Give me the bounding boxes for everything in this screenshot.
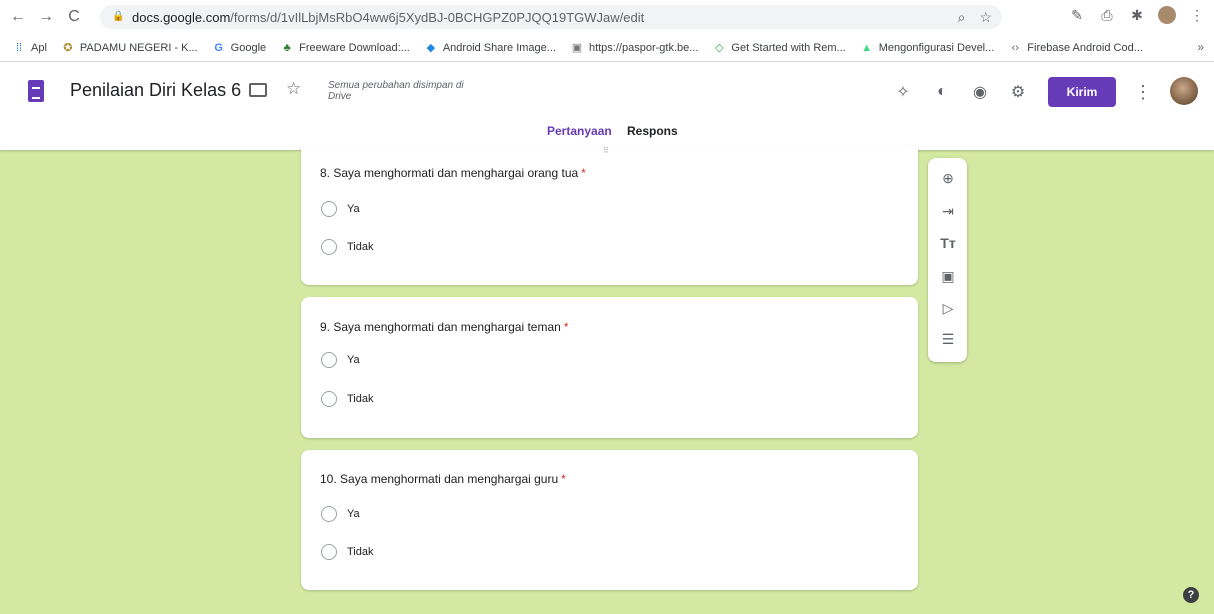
saved-note: Semua perubahan disimpan di Drive — [328, 80, 464, 102]
android-icon: ▲ — [861, 41, 873, 54]
forms-header: Penilaian Diri Kelas 6 ☆ Semua perubahan… — [0, 62, 1214, 150]
star-icon[interactable]: ☆ — [286, 79, 301, 99]
add-question-icon[interactable]: ⊕ — [938, 168, 958, 188]
add-image-icon[interactable]: ▣ — [938, 266, 958, 286]
option-ya[interactable]: Ya — [321, 506, 360, 522]
option-ya[interactable]: Ya — [321, 201, 360, 217]
bookmark-firebase[interactable]: ‹› Firebase Android Cod... — [1008, 41, 1143, 55]
apps-grid-icon: ⁞⁞ — [15, 41, 23, 54]
share-icon: ◆ — [426, 42, 436, 54]
extensions-puzzle-icon[interactable]: ✱ — [1128, 6, 1146, 24]
form-toolbar: ⊕ ⇥ Tт ▣ ▷ ☰ — [928, 158, 967, 362]
url-text: docs.google.com/forms/d/1vIlLbjMsRbO4ww6… — [132, 9, 645, 25]
bookmarks-bar: ⁞⁞ Apl ✪ PADAMU NEGERI - K... G Google ♣ Fre… — [0, 34, 1214, 62]
question-title: 10. Saya menghormati dan menghargai guru… — [320, 472, 566, 486]
option-tidak[interactable]: Tidak — [321, 544, 374, 560]
zoom-icon[interactable]: ⌕ — [958, 9, 966, 26]
bookmark-mengonfigurasi[interactable]: ▲ Mengonfigurasi Devel... — [860, 41, 994, 55]
bookmark-apl[interactable]: ⁞⁞ Apl — [12, 41, 47, 55]
required-asterisk: * — [581, 166, 586, 180]
eyedropper-extension-icon[interactable]: ✎ — [1068, 6, 1086, 24]
option-tidak[interactable]: Tidak — [321, 391, 374, 407]
browser-menu-icon[interactable]: ⋮ — [1188, 6, 1206, 24]
bookmark-get-started[interactable]: ◇ Get Started with Rem... — [712, 41, 846, 55]
palm-tree-icon: ♣ — [283, 41, 291, 54]
bookmark-freeware[interactable]: ♣ Freeware Download:... — [280, 41, 410, 55]
option-ya[interactable]: Ya — [321, 352, 360, 368]
emblem-icon: ✪ — [63, 42, 73, 54]
option-tidak[interactable]: Tidak — [321, 239, 374, 255]
code-icon: ◇ — [715, 42, 724, 54]
google-icon: G — [214, 41, 223, 54]
browser-toolbar: ← → C 🔒 docs.google.com/forms/d/1vIlLbjM… — [0, 0, 1214, 34]
preview-eye-icon[interactable]: ◉ — [970, 82, 990, 102]
site-icon: ▣ — [571, 42, 583, 54]
required-asterisk: * — [561, 472, 566, 486]
question-card[interactable]: 10. Saya menghormati dan menghargai guru… — [301, 450, 918, 590]
send-button[interactable]: Kirim — [1048, 77, 1116, 107]
bookmark-padamu[interactable]: ✪ PADAMU NEGERI - K... — [61, 41, 197, 55]
user-avatar[interactable] — [1170, 77, 1198, 105]
bookmark-paspor[interactable]: ▣ https://paspor-gtk.be... — [570, 41, 699, 55]
question-title: 9. Saya menghormati dan menghargai teman… — [320, 320, 569, 334]
bookmark-android-share[interactable]: ◆ Android Share Image... — [424, 41, 556, 55]
forward-icon[interactable]: → — [36, 7, 56, 27]
radio-button[interactable] — [321, 506, 337, 522]
import-questions-icon[interactable]: ⇥ — [938, 201, 958, 221]
radio-button[interactable] — [321, 544, 337, 560]
forms-logo-icon[interactable] — [28, 80, 44, 102]
question-card[interactable]: ⠿ 8. Saya menghormati dan menghargai ora… — [301, 146, 918, 285]
folder-icon[interactable] — [249, 83, 267, 97]
add-section-icon[interactable]: ☰ — [938, 329, 958, 349]
more-bookmarks-icon[interactable]: » — [1197, 40, 1204, 54]
profile-avatar-icon[interactable] — [1158, 6, 1176, 24]
bookmark-star-icon[interactable]: ☆ — [979, 9, 992, 26]
tab-questions[interactable]: Pertanyaan — [547, 124, 612, 138]
address-bar[interactable]: 🔒 docs.google.com/forms/d/1vIlLbjMsRbO4w… — [100, 5, 1002, 29]
addons-puzzle-icon[interactable]: ✧ — [893, 82, 913, 102]
form-title[interactable]: Penilaian Diri Kelas 6 — [70, 80, 241, 101]
radio-button[interactable] — [321, 352, 337, 368]
add-video-icon[interactable]: ▷ — [938, 298, 958, 318]
drag-handle-icon[interactable]: ⠿ — [603, 146, 610, 155]
printer-extension-icon[interactable]: ⎙ — [1098, 6, 1116, 24]
back-icon[interactable]: ← — [8, 7, 28, 27]
settings-gear-icon[interactable]: ⚙ — [1008, 82, 1028, 102]
tab-responses[interactable]: Respons — [627, 124, 678, 138]
palette-icon[interactable]: ◐ — [932, 82, 952, 102]
question-card[interactable]: 9. Saya menghormati dan menghargai teman… — [301, 297, 918, 438]
question-title: 8. Saya menghormati dan menghargai orang… — [320, 166, 586, 180]
lock-icon: 🔒 — [112, 11, 125, 22]
code-brackets-icon: ‹› — [1011, 41, 1019, 54]
bookmark-google[interactable]: G Google — [212, 41, 266, 55]
add-title-icon[interactable]: Tт — [938, 233, 958, 253]
required-asterisk: * — [563, 320, 569, 334]
radio-button[interactable] — [321, 239, 337, 255]
more-vert-icon[interactable]: ⋮ — [1134, 82, 1152, 103]
help-icon[interactable]: ? — [1183, 587, 1199, 603]
radio-button[interactable] — [321, 391, 337, 407]
reload-icon[interactable]: C — [64, 7, 84, 27]
radio-button[interactable] — [321, 201, 337, 217]
